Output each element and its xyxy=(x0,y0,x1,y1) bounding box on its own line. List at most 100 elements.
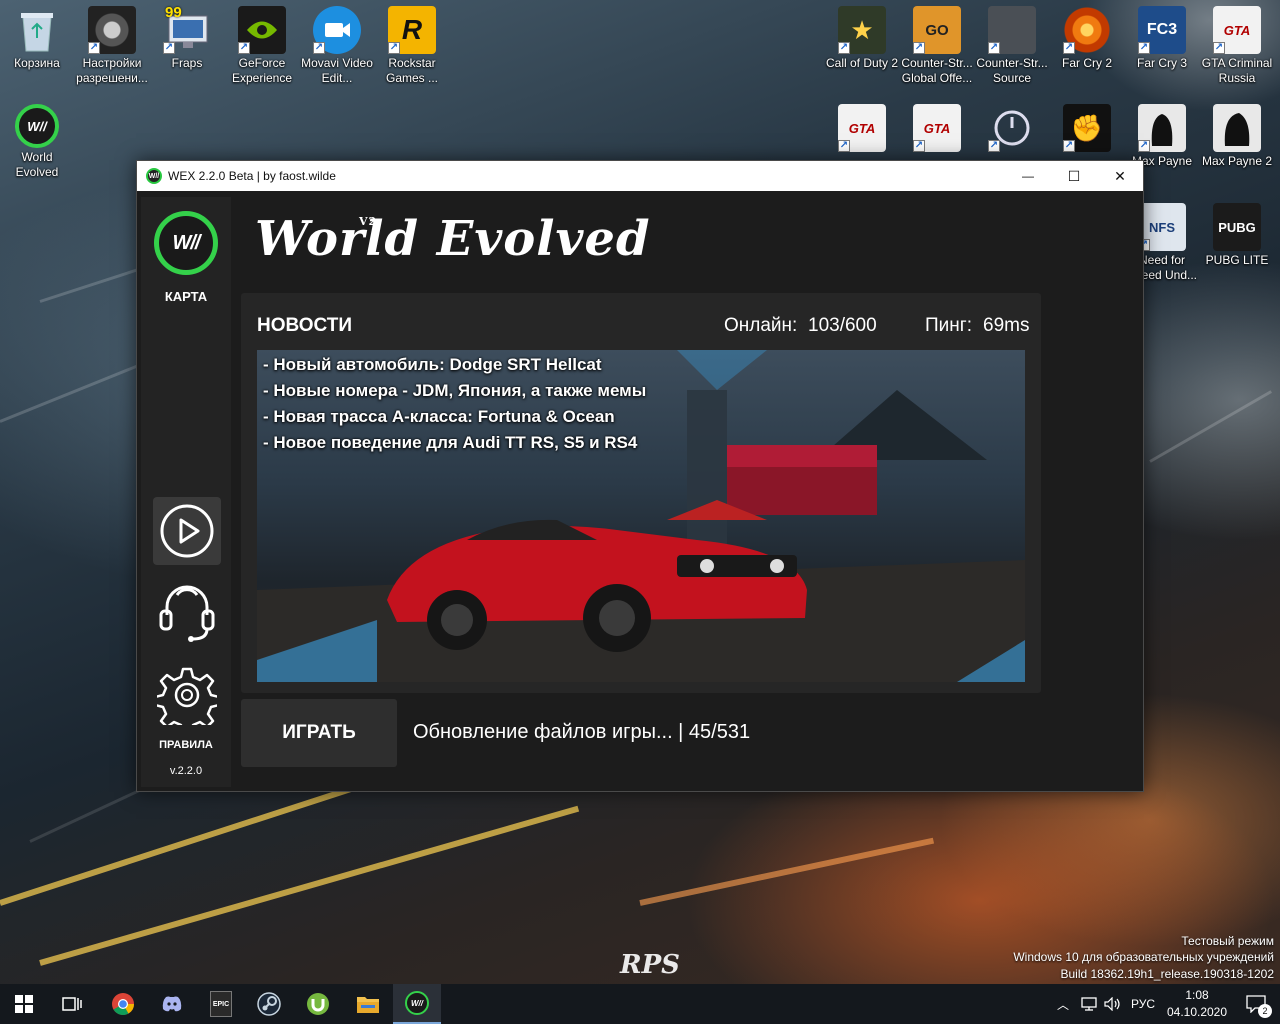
fraps-icon: 99 ↗ xyxy=(163,4,211,54)
play-circle-icon xyxy=(160,504,214,558)
desktop-icon-resolution-settings[interactable]: ↗ Настройки разрешени... xyxy=(75,6,149,86)
news-item: - Новое поведение для Audi TT RS, S5 и R… xyxy=(263,433,638,452)
map-label: КАРТА xyxy=(164,289,208,304)
fist-icon: ✊ ↗ xyxy=(1063,104,1111,152)
ping-value: 69ms xyxy=(983,315,1030,336)
update-status-text: Обновление файлов игры... | 45/531 xyxy=(413,721,751,743)
world-evolved-logo: W// xyxy=(154,211,218,275)
build-watermark: Build 18362.19h1_release.190318-1202 xyxy=(1060,967,1274,981)
close-icon: ✕ xyxy=(1114,167,1126,184)
notification-count: 2 xyxy=(1258,1004,1272,1018)
taskbar-world-evolved[interactable]: W// xyxy=(393,984,441,1024)
news-item: - Новые номера - JDM, Япония, а также ме… xyxy=(263,381,647,400)
far-cry-2-icon: ↗ xyxy=(1063,6,1111,54)
network-button[interactable] xyxy=(1078,984,1100,1024)
desktop-icon-call-of-duty-2[interactable]: ★ ↗ Call of Duty 2 xyxy=(825,6,899,71)
far-cry-3-icon: FC3 ↗ xyxy=(1138,6,1186,54)
desktop-icon-cs-source[interactable]: ↗ Counter-Str... Source xyxy=(975,6,1049,86)
desktop-icon-max-payne-2[interactable]: Max Payne 2 xyxy=(1200,104,1274,169)
start-button[interactable] xyxy=(0,984,48,1024)
desktop-icon-geforce-experience[interactable]: ↗ GeForce Experience xyxy=(225,6,299,86)
wallpaper-brand: RPS xyxy=(620,950,680,980)
close-button[interactable]: ✕ xyxy=(1097,161,1143,191)
window-title: WEX 2.2.0 Beta | by faost.wilde xyxy=(168,169,336,183)
window-titlebar[interactable]: W// WEX 2.2.0 Beta | by faost.wilde — ☐ … xyxy=(137,161,1143,191)
rules-button[interactable]: ПРАВИЛА xyxy=(141,659,231,759)
cs-source-icon: ↗ xyxy=(988,6,1036,54)
clock-time: 1:08 xyxy=(1185,988,1209,1002)
desktop-icon-power-app[interactable]: ↗ xyxy=(975,104,1049,154)
clock-date: 04.10.2020 xyxy=(1166,1005,1228,1019)
movavi-icon: ↗ xyxy=(313,6,361,54)
world-evolved-icon: W// xyxy=(15,104,59,148)
taskbar-discord[interactable] xyxy=(148,984,196,1024)
taskbar-chrome[interactable] xyxy=(99,984,147,1024)
desktop-icon-rockstar-games[interactable]: R ↗ Rockstar Games ... xyxy=(375,6,449,86)
minimize-button[interactable]: — xyxy=(1005,161,1051,191)
desktop-icon-gta-1[interactable]: GTA ↗ xyxy=(825,104,899,154)
call-of-duty-icon: ★ ↗ xyxy=(838,6,886,54)
desktop-icon-pubg-lite[interactable]: PUBG PUBG LITE xyxy=(1200,203,1274,268)
gta-icon: GTA ↗ xyxy=(1213,6,1261,54)
news-panel: НОВОСТИ Онлайн: 103/600 Пинг: 69ms - Нов… xyxy=(241,293,1041,693)
desktop-icon-fraps[interactable]: 99 ↗ Fraps xyxy=(150,4,224,71)
gear-icon xyxy=(157,667,217,725)
gta-icon: GTA ↗ xyxy=(913,104,961,152)
recycle-bin-icon xyxy=(13,6,61,54)
task-view-icon xyxy=(62,997,82,1011)
volume-icon xyxy=(1104,997,1120,1011)
desktop-icon-recycle-bin[interactable]: Корзина xyxy=(0,6,74,71)
power-icon: ↗ xyxy=(988,104,1036,152)
game-title: World Evolved xyxy=(255,211,651,267)
maximize-icon: ☐ xyxy=(1067,167,1081,184)
game-title-logo: V2 World Evolved xyxy=(255,211,651,271)
taskbar-file-explorer[interactable] xyxy=(344,984,392,1024)
taskbar: EPIC W// ︿ РУС 1:08 04.10.2020 2 xyxy=(0,984,1280,1024)
news-item: - Новый автомобиль: Dodge SRT Hellcat xyxy=(263,355,602,374)
windows-start-icon xyxy=(15,995,33,1013)
desktop-icon-far-cry-3[interactable]: FC3 ↗ Far Cry 3 xyxy=(1125,6,1199,71)
pubg-icon: PUBG xyxy=(1213,203,1261,251)
minimize-icon: — xyxy=(1022,169,1034,183)
online-label: Онлайн: xyxy=(724,315,798,336)
desktop-icon-world-evolved[interactable]: W// World Evolved xyxy=(0,104,74,180)
chevron-up-icon: ︿ xyxy=(1056,997,1069,1012)
clock[interactable]: 1:08 04.10.2020 xyxy=(1160,984,1234,1024)
task-view-button[interactable] xyxy=(48,984,96,1024)
show-hidden-icons-button[interactable]: ︿ xyxy=(1052,984,1074,1024)
ping-label: Пинг: xyxy=(925,315,972,336)
edition-watermark: Windows 10 для образовательных учреждени… xyxy=(1013,950,1274,964)
settings-icon: ↗ xyxy=(88,6,136,54)
desktop-icon-far-cry-2[interactable]: ↗ Far Cry 2 xyxy=(1050,6,1124,71)
volume-button[interactable] xyxy=(1102,984,1124,1024)
rules-icon-wrap xyxy=(153,661,221,729)
test-mode-watermark: Тестовый режим xyxy=(1181,934,1274,948)
taskbar-utorrent[interactable] xyxy=(294,984,342,1024)
online-count: 103/600 xyxy=(808,315,877,336)
desktop-icon-movavi[interactable]: ↗ Movavi Video Edit... xyxy=(300,6,374,86)
max-payne-icon: ↗ xyxy=(1138,104,1186,152)
title-version-superscript: V2 xyxy=(359,215,378,228)
desktop-icon-gta-criminal-russia[interactable]: GTA ↗ GTA Criminal Russia xyxy=(1200,6,1274,86)
play-button[interactable]: ИГРАТЬ xyxy=(241,699,397,767)
desktop-icon-csgo[interactable]: GO ↗ Counter-Str... Global Offe... xyxy=(900,6,974,86)
csgo-icon: GO ↗ xyxy=(913,6,961,54)
play-video-button[interactable] xyxy=(153,497,221,565)
desktop-icon-fist-app[interactable]: ✊ ↗ xyxy=(1050,104,1124,154)
news-banner-image[interactable]: - Новый автомобиль: Dodge SRT Hellcat - … xyxy=(257,350,1025,682)
maximize-button[interactable]: ☐ xyxy=(1051,161,1097,191)
language-indicator[interactable]: РУС xyxy=(1126,984,1160,1024)
max-payne-2-icon xyxy=(1213,104,1261,152)
file-explorer-icon xyxy=(357,997,379,1013)
discord-icon xyxy=(162,996,182,1012)
map-button[interactable]: W// КАРТА xyxy=(141,197,231,317)
chrome-icon xyxy=(112,993,134,1015)
launcher-sidebar: W// КАРТА ПРАВИЛА v.2.2.0 xyxy=(141,197,231,787)
action-center-button[interactable]: 2 xyxy=(1236,984,1276,1024)
taskbar-steam[interactable] xyxy=(245,984,293,1024)
app-logo-icon: W// xyxy=(146,168,162,184)
epic-games-icon: EPIC xyxy=(210,991,232,1017)
desktop-icon-gta-2[interactable]: GTA ↗ xyxy=(900,104,974,154)
support-button[interactable] xyxy=(153,579,221,647)
taskbar-epic-games[interactable]: EPIC xyxy=(197,984,245,1024)
